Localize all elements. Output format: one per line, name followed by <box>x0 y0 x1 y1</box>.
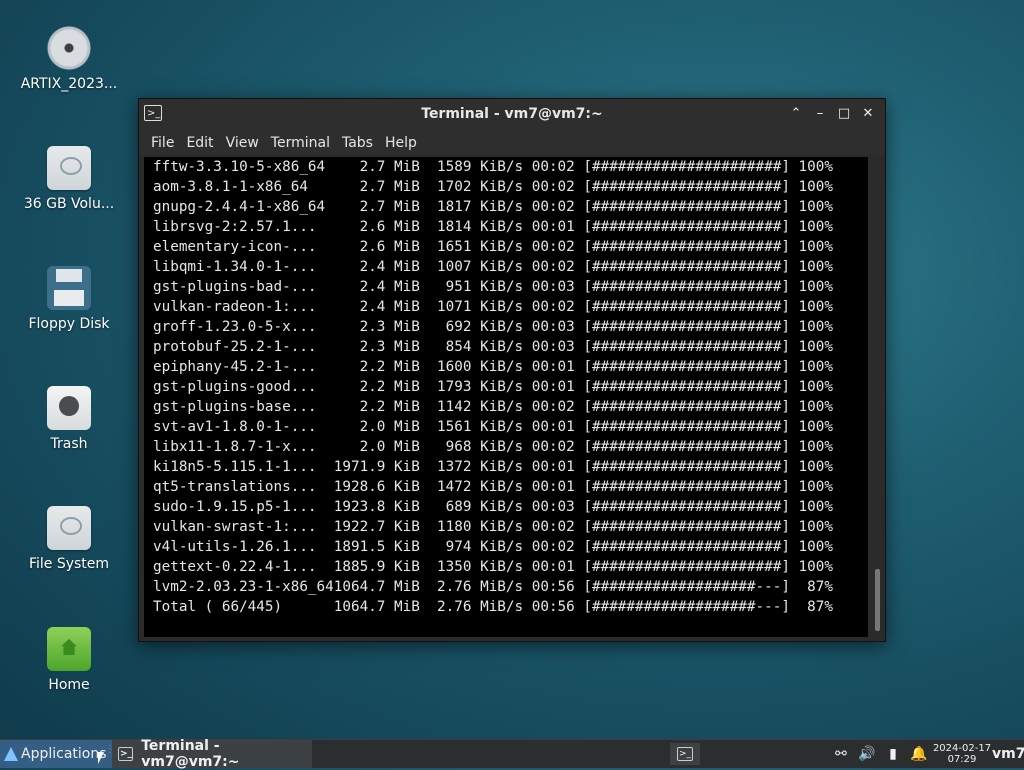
terminal-line: elementary-icon-... 2.6 MiB 1651 KiB/s 0… <box>153 239 833 255</box>
terminal-line: gst-plugins-bad-... 2.4 MiB 951 KiB/s 00… <box>153 279 833 295</box>
hard-drive-icon <box>47 506 91 550</box>
minimize-button[interactable]: – <box>811 104 829 124</box>
clock-date: 2024-02-17 <box>932 743 992 754</box>
desktop-icon-label: 36 GB Volu... <box>23 196 115 212</box>
clock-time: 07:29 <box>947 754 977 765</box>
battery-icon[interactable]: ▮ <box>880 746 906 762</box>
terminal-icon: >_ <box>118 747 134 761</box>
terminal-line: gettext-0.22.4-1... 1885.9 KiB 1350 KiB/… <box>153 559 833 575</box>
terminal-line: lvm2-2.03.23-1-x86_641064.7 MiB 2.76 MiB… <box>153 579 833 595</box>
taskbar-button-label: Terminal - vm7@vm7:~ <box>141 738 240 770</box>
terminal-line: fftw-3.3.10-5-x86_64 2.7 MiB 1589 KiB/s … <box>153 159 833 175</box>
window-titlebar[interactable]: >_ Terminal - vm7@vm7:~ ⌃ – □ ✕ <box>139 99 885 131</box>
home-folder-icon <box>47 627 91 671</box>
panel-separator: ⋮ <box>105 744 115 764</box>
desktop-icon-label: Trash <box>50 436 88 452</box>
applications-menu-button[interactable]: Applications <box>0 740 113 768</box>
volume-icon[interactable]: 🔊 <box>854 746 880 762</box>
maximize-button[interactable]: □ <box>835 104 853 124</box>
taskbar: Applications ⋮ >_ Terminal - vm7@vm7:~ >… <box>0 738 1024 770</box>
desktop-icon-label: ARTIX_2023... <box>20 76 118 92</box>
terminal-line: libx11-1.8.7-1-x... 2.0 MiB 968 KiB/s 00… <box>153 439 833 455</box>
menu-view[interactable]: View <box>220 131 265 155</box>
window-title: Terminal - vm7@vm7:~ <box>421 106 603 122</box>
terminal-line: protobuf-25.2-1-... 2.3 MiB 854 KiB/s 00… <box>153 339 833 355</box>
menu-edit[interactable]: Edit <box>180 131 219 155</box>
optical-disc-icon <box>47 26 91 70</box>
terminal-line: Total ( 66/445) 1064.7 MiB 2.76 MiB/s 00… <box>153 599 833 615</box>
user-name[interactable]: vm7 <box>992 746 1024 762</box>
floppy-disk-icon <box>47 266 91 310</box>
terminal-icon: >_ <box>677 747 693 761</box>
desktop-icon-trash[interactable]: Trash <box>14 386 124 452</box>
desktop-icon-artix[interactable]: ARTIX_2023... <box>14 26 124 92</box>
mouse-cursor <box>98 752 104 764</box>
desktop-icon-label: File System <box>28 556 110 572</box>
menubar: File Edit View Terminal Tabs Help <box>139 131 885 155</box>
menu-help[interactable]: Help <box>379 131 423 155</box>
trash-icon <box>47 386 91 430</box>
menu-tabs[interactable]: Tabs <box>336 131 379 155</box>
artix-logo-icon <box>4 747 18 761</box>
desktop-icon-volume[interactable]: 36 GB Volu... <box>14 146 124 212</box>
terminal-line: gnupg-2.4.4-1-x86_64 2.7 MiB 1817 KiB/s … <box>153 199 833 215</box>
terminal-window[interactable]: >_ Terminal - vm7@vm7:~ ⌃ – □ ✕ File Edi… <box>138 98 886 642</box>
terminal-line: aom-3.8.1-1-x86_64 2.7 MiB 1702 KiB/s 00… <box>153 179 833 195</box>
terminal-line: sudo-1.9.15.p5-1... 1923.8 KiB 689 KiB/s… <box>153 499 833 515</box>
clock[interactable]: 2024-02-17 07:29 <box>932 743 992 765</box>
menu-terminal[interactable]: Terminal <box>265 131 336 155</box>
terminal-line: gst-plugins-base... 2.2 MiB 1142 KiB/s 0… <box>153 399 833 415</box>
workspace-switcher[interactable]: >_ <box>670 743 700 765</box>
hard-drive-icon <box>47 146 91 190</box>
desktop-icon-filesystem[interactable]: File System <box>14 506 124 572</box>
terminal-line: groff-1.23.0-5-x... 2.3 MiB 692 KiB/s 00… <box>153 319 833 335</box>
menu-file[interactable]: File <box>145 131 180 155</box>
desktop-icon-home[interactable]: Home <box>14 627 124 693</box>
terminal-output[interactable]: fftw-3.3.10-5-x86_64 2.7 MiB 1589 KiB/s … <box>144 157 868 637</box>
network-icon[interactable]: ⚯ <box>828 746 854 762</box>
close-button[interactable]: ✕ <box>859 104 877 124</box>
shade-window-button[interactable]: ⌃ <box>787 104 805 124</box>
terminal-line: svt-av1-1.8.0-1-... 2.0 MiB 1561 KiB/s 0… <box>153 419 833 435</box>
terminal-line: epiphany-45.2-1-... 2.2 MiB 1600 KiB/s 0… <box>153 359 833 375</box>
system-tray: ⚯ 🔊 ▮ 🔔 2024-02-17 07:29 vm7 <box>828 740 1024 768</box>
terminal-line: libqmi-1.34.0-1-... 2.4 MiB 1007 KiB/s 0… <box>153 259 833 275</box>
desktop-icon-label: Home <box>48 677 90 693</box>
terminal-line: vulkan-swrast-1:... 1922.7 KiB 1180 KiB/… <box>153 519 833 535</box>
terminal-line: qt5-translations... 1928.6 KiB 1472 KiB/… <box>153 479 833 495</box>
taskbar-button-terminal[interactable]: >_ Terminal - vm7@vm7:~ <box>112 738 312 770</box>
desktop-icon-floppy[interactable]: Floppy Disk <box>14 266 124 332</box>
scrollbar[interactable] <box>873 157 881 637</box>
terminal-line: v4l-utils-1.26.1... 1891.5 KiB 974 KiB/s… <box>153 539 833 555</box>
desktop-icon-label: Floppy Disk <box>28 316 110 332</box>
terminal-line: ki18n5-5.115.1-1... 1971.9 KiB 1372 KiB/… <box>153 459 833 475</box>
scrollbar-thumb[interactable] <box>875 569 880 631</box>
notification-icon[interactable]: 🔔 <box>906 746 932 762</box>
applications-label: Applications <box>21 746 107 762</box>
terminal-line: gst-plugins-good... 2.2 MiB 1793 KiB/s 0… <box>153 379 833 395</box>
terminal-line: librsvg-2:2.57.1... 2.6 MiB 1814 KiB/s 0… <box>153 219 833 235</box>
terminal-line: vulkan-radeon-1:... 2.4 MiB 1071 KiB/s 0… <box>153 299 833 315</box>
